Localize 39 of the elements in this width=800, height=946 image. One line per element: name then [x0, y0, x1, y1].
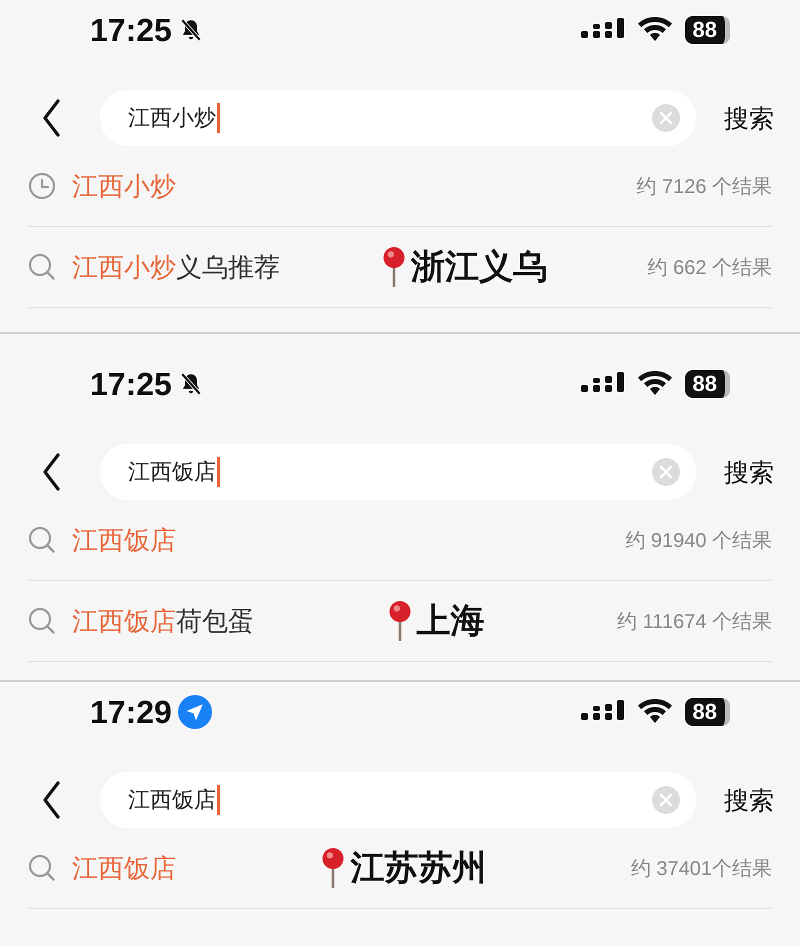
search-field[interactable]: 江西小炒: [100, 90, 696, 146]
search-icon: [28, 526, 56, 554]
pin-icon: [320, 847, 346, 889]
wifi-icon: [636, 371, 673, 397]
suggestion-text: 江西饭店: [72, 852, 176, 884]
suggestion-item[interactable]: 江西饭店 江苏苏州 约 37401个结果: [28, 828, 772, 909]
suggestion-item[interactable]: 江西小炒义乌推荐 浙江义乌 约 662 个结果: [28, 227, 772, 308]
suggestion-text: 江西饭店: [72, 524, 176, 556]
location-label: 浙江义乌: [410, 247, 547, 288]
result-count: 约 91940 个结果: [625, 528, 772, 554]
search-button[interactable]: 搜索: [696, 784, 774, 816]
wifi-icon: [636, 17, 673, 43]
search-button[interactable]: 搜索: [696, 456, 774, 488]
status-time: 17:25: [90, 366, 172, 402]
battery-level: 88: [684, 698, 730, 726]
location-label: 上海: [416, 601, 485, 642]
search-field[interactable]: 江西饭店: [100, 444, 696, 500]
battery-level: 88: [684, 16, 730, 44]
search-button[interactable]: 搜索: [696, 102, 774, 134]
status-time: 17:25: [90, 12, 172, 48]
result-count: 约 7126 个结果: [636, 174, 772, 200]
search-icon: [28, 607, 56, 635]
suggestion-text: 江西饭店荷包蛋: [72, 604, 254, 638]
pin-icon: [380, 246, 407, 288]
location-label: 江苏苏州: [350, 848, 486, 889]
status-time: 17:29: [90, 694, 172, 730]
clock-icon: [28, 172, 56, 200]
search-icon: [28, 253, 56, 281]
result-count: 约 37401个结果: [630, 856, 772, 882]
pin-icon: [386, 600, 413, 642]
search-icon: [28, 854, 56, 882]
wifi-icon: [636, 699, 673, 725]
battery-level: 88: [684, 370, 730, 398]
search-field[interactable]: 江西饭店: [100, 772, 696, 828]
suggestion-text: 江西小炒义乌推荐: [72, 250, 280, 284]
result-count: 约 662 个结果: [648, 256, 772, 280]
suggestion-item[interactable]: 江西饭店荷包蛋 上海 约 111674 个结果: [28, 581, 772, 662]
result-count: 约 111674 个结果: [617, 610, 772, 634]
suggestion-text: 江西小炒: [72, 170, 176, 202]
